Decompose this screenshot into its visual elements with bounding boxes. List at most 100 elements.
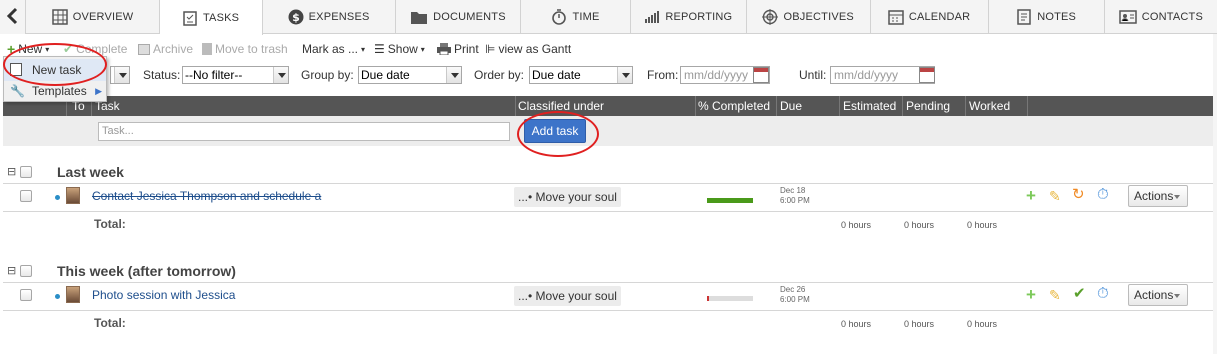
status-select[interactable]: --No filter--: [182, 66, 289, 84]
complete-button[interactable]: ✔ Complete: [63, 41, 127, 57]
add-subtask-icon[interactable]: +: [1026, 187, 1036, 204]
add-subtask-icon[interactable]: +: [1026, 286, 1036, 303]
column-pending[interactable]: Pending: [906, 99, 950, 113]
stopwatch-icon[interactable]: ⏱: [1097, 286, 1109, 301]
trash-icon: [202, 43, 212, 55]
tab-label: OVERVIEW: [72, 11, 134, 23]
collapse-icon[interactable]: ⊟: [7, 165, 16, 178]
tab-calendar[interactable]: CALENDAR: [871, 0, 989, 34]
caret-down-icon: ▾: [420, 44, 425, 54]
from-label: From:: [647, 68, 679, 82]
task-icon: [10, 63, 22, 76]
view-as-gantt-button[interactable]: ⊫ view as Gantt: [485, 41, 571, 57]
menu-item-templates[interactable]: 🔧 Templates ▶: [4, 80, 106, 102]
complete-check-icon[interactable]: ✔: [1073, 286, 1086, 301]
collapse-icon[interactable]: ⊟: [7, 264, 16, 277]
show-label: Show: [387, 42, 418, 56]
calendar-picker-icon[interactable]: [919, 67, 935, 83]
tab-time[interactable]: TIME: [521, 0, 631, 34]
chevron-left-icon: [6, 7, 18, 25]
contact-card-icon: [1118, 10, 1137, 24]
order-by-select[interactable]: Due date: [529, 66, 633, 84]
total-worked: 0 hours: [967, 220, 998, 230]
pencil-icon[interactable]: ✎: [1049, 189, 1061, 203]
due-date-value: Dec 18: [780, 186, 806, 195]
column-worked[interactable]: Worked: [969, 99, 1010, 113]
group-checkbox[interactable]: [20, 166, 32, 178]
add-task-button[interactable]: Add task: [524, 119, 586, 143]
tab-label: TIME: [572, 11, 600, 23]
progress-bar: [707, 296, 753, 301]
new-label: New: [18, 42, 43, 56]
tab-reporting[interactable]: REPORTING: [631, 0, 747, 34]
group-checkbox[interactable]: [20, 265, 32, 277]
new-button[interactable]: + New ▾: [7, 41, 49, 57]
mark-as-menu[interactable]: Mark as ... ▾: [302, 41, 365, 57]
new-dropdown-menu: New task 🔧 Templates ▶: [3, 56, 107, 102]
menu-item-new-task[interactable]: New task: [4, 59, 106, 81]
column-classified-under[interactable]: Classified under: [518, 99, 604, 113]
column-percent-completed[interactable]: % Completed: [698, 99, 770, 113]
row-checkbox[interactable]: [20, 289, 32, 301]
scrollbar[interactable]: [1213, 34, 1217, 354]
progress-fill: [707, 296, 709, 301]
actions-dropdown[interactable]: Actions: [1128, 185, 1188, 207]
mark-as-label: Mark as ...: [302, 42, 359, 56]
stopwatch-icon[interactable]: ⏱: [1097, 187, 1109, 202]
due-time-value: 6:00 PM: [780, 196, 810, 205]
tab-expenses[interactable]: $ EXPENSES: [263, 0, 396, 34]
tab-tasks[interactable]: TASKS: [159, 0, 263, 35]
column-due[interactable]: Due: [780, 99, 802, 113]
task-input[interactable]: Task...: [98, 122, 510, 141]
tab-objectives[interactable]: OBJECTIVES: [747, 0, 871, 34]
tab-label: CONTACTS: [1141, 11, 1203, 23]
status-value: --No filter--: [185, 68, 243, 82]
bar-chart-icon: [645, 11, 660, 23]
actions-dropdown[interactable]: Actions: [1128, 284, 1188, 306]
total-pending: 0 hours: [904, 220, 935, 230]
group-by-select[interactable]: Due date: [358, 66, 462, 84]
group-by-label: Group by:: [301, 68, 354, 82]
task-input-placeholder: Task...: [102, 125, 134, 137]
group-title: This week (after tomorrow): [57, 263, 236, 279]
hidden-select[interactable]: [110, 66, 130, 84]
classified-under-tag[interactable]: ...• Move your soul: [514, 286, 621, 306]
due-date: Dec 18 6:00 PM: [780, 186, 810, 206]
tab-documents[interactable]: DOCUMENTS: [396, 0, 522, 34]
order-by-label: Order by:: [474, 68, 525, 82]
avatar: [66, 286, 80, 303]
total-pending: 0 hours: [904, 319, 935, 329]
classified-under-tag[interactable]: ...• Move your soul: [514, 187, 621, 207]
archive-button[interactable]: Archive: [138, 41, 193, 57]
complete-label: Complete: [76, 42, 128, 56]
until-label: Until:: [799, 68, 827, 82]
pencil-icon[interactable]: ✎: [1049, 288, 1061, 302]
group-by-value: Due date: [361, 68, 410, 82]
column-estimated[interactable]: Estimated: [843, 99, 896, 113]
clipboard-icon: [183, 10, 197, 26]
tab-label: EXPENSES: [308, 11, 370, 23]
total-worked: 0 hours: [967, 319, 998, 329]
task-name-link[interactable]: Contact Jessica Thompson and schedule a: [92, 189, 321, 203]
task-name-link[interactable]: Photo session with Jessica: [92, 288, 235, 302]
until-placeholder: mm/dd/yyyy: [834, 68, 899, 82]
tab-overview[interactable]: OVERVIEW: [26, 0, 160, 34]
total-estimated: 0 hours: [841, 319, 872, 329]
group-title: Last week: [57, 164, 124, 180]
folder-icon: [411, 12, 428, 24]
caret-down-icon: ▾: [45, 44, 50, 54]
tab-label: REPORTING: [665, 11, 733, 23]
move-to-trash-button[interactable]: Move to trash: [202, 41, 288, 57]
calendar-picker-icon[interactable]: [753, 67, 769, 83]
print-button[interactable]: Print: [437, 41, 479, 57]
tab-contacts[interactable]: CONTACTS: [1105, 0, 1217, 34]
actions-label: Actions: [1134, 189, 1174, 203]
show-menu[interactable]: ☰ Show ▾: [374, 41, 425, 57]
reopen-icon[interactable]: ↻: [1072, 187, 1085, 202]
from-placeholder: mm/dd/yyyy: [684, 68, 749, 82]
row-checkbox[interactable]: [20, 190, 32, 202]
back-button[interactable]: [0, 0, 27, 34]
svg-text:$: $: [292, 11, 300, 24]
tab-notes[interactable]: NOTES: [989, 0, 1105, 34]
view-as-gantt-label: view as Gantt: [498, 42, 572, 56]
